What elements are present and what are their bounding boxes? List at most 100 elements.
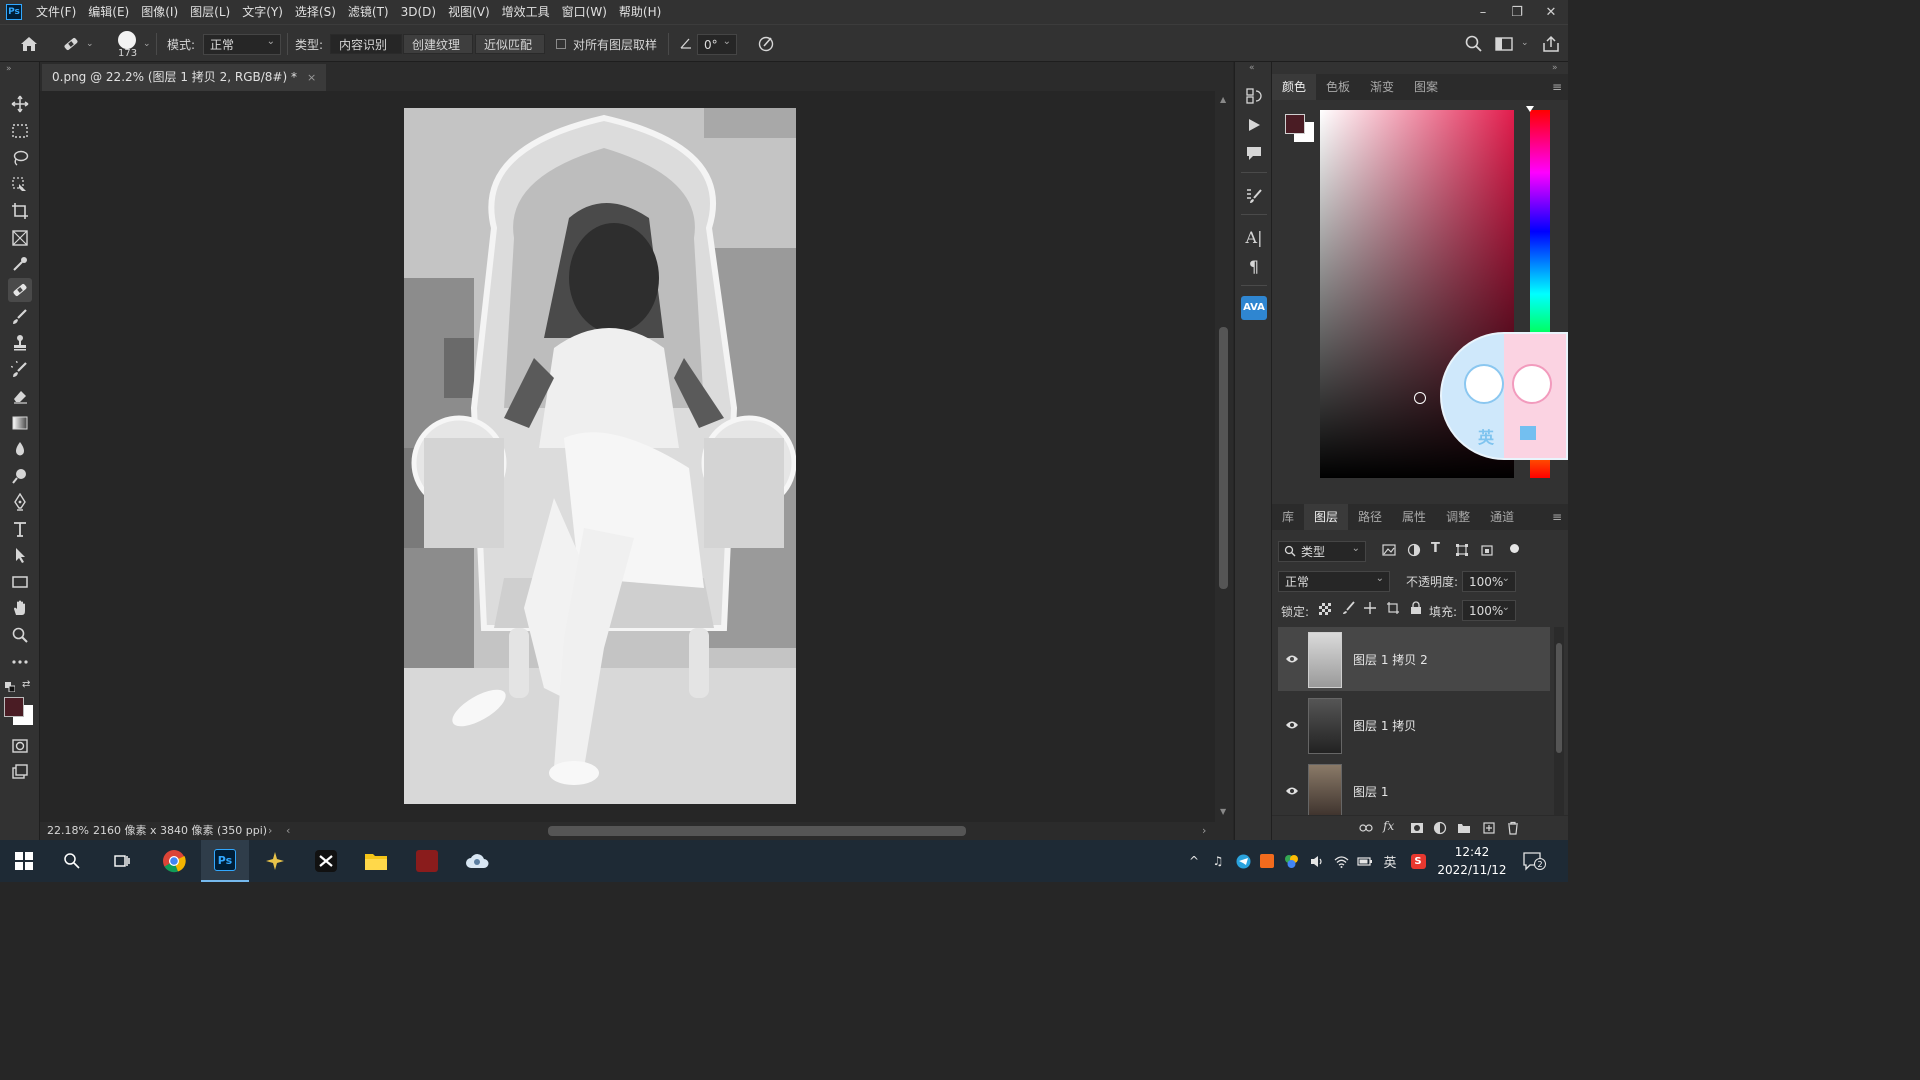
color-panel-menu-icon[interactable]: ≡ <box>1552 80 1562 94</box>
brush-tool-icon[interactable] <box>8 305 32 329</box>
expand-panels-icon[interactable]: « <box>1249 63 1255 73</box>
tab-swatches[interactable]: 色板 <box>1316 74 1360 100</box>
comments-icon[interactable] <box>1242 141 1266 165</box>
rectangle-tool-icon[interactable] <box>8 570 32 594</box>
menu-help[interactable]: 帮助(H) <box>613 0 667 24</box>
tab-paths[interactable]: 路径 <box>1348 504 1392 530</box>
foreground-color-swatch[interactable] <box>4 697 24 717</box>
fill-input[interactable]: 100% <box>1462 598 1516 621</box>
scroll-right-icon[interactable]: › <box>1202 822 1206 840</box>
pressure-size-icon[interactable] <box>756 33 776 53</box>
proximity-match-button[interactable]: 近似匹配 <box>475 34 545 54</box>
tray-volume-icon[interactable] <box>1308 853 1324 869</box>
layers-panel-menu-icon[interactable]: ≡ <box>1552 510 1562 524</box>
frame-tool-icon[interactable] <box>8 226 32 250</box>
brush-preview-icon[interactable] <box>118 31 136 49</box>
filter-pixel-icon[interactable] <box>1382 543 1396 557</box>
game-app-icon[interactable] <box>403 840 451 882</box>
menu-image[interactable]: 图像(I) <box>135 0 184 24</box>
workspace-chevron-icon[interactable]: ⌄ <box>1521 38 1529 48</box>
filter-toggle-icon[interactable] <box>1510 544 1519 553</box>
layer-row[interactable]: 图层 1 拷贝 <box>1278 693 1550 757</box>
eyedropper-tool-icon[interactable] <box>8 252 32 276</box>
minimize-button[interactable]: – <box>1466 0 1500 24</box>
actions-play-icon[interactable] <box>1242 113 1266 137</box>
hue-slider-marker[interactable] <box>1526 106 1534 112</box>
tab-adjustments[interactable]: 调整 <box>1436 504 1480 530</box>
menu-3d[interactable]: 3D(D) <box>395 0 442 24</box>
paragraph-panel-icon[interactable]: ¶ <box>1242 254 1266 278</box>
crop-tool-icon[interactable] <box>8 199 32 223</box>
collapse-toolbar-icon[interactable]: » <box>6 64 12 74</box>
character-panel-icon[interactable]: A| <box>1242 225 1266 249</box>
canvas-area[interactable] <box>40 91 1215 822</box>
object-selection-tool-icon[interactable] <box>8 173 32 197</box>
sample-all-layers-checkbox[interactable] <box>556 39 566 49</box>
filter-adjustment-icon[interactable] <box>1407 543 1421 557</box>
vertical-scrollbar[interactable]: ▲ ▼ <box>1215 91 1233 822</box>
document-image[interactable] <box>404 108 796 804</box>
more-tools-icon[interactable] <box>8 650 32 674</box>
scroll-down-icon[interactable]: ▼ <box>1220 807 1226 816</box>
tab-color[interactable]: 颜色 <box>1272 74 1317 100</box>
menu-plugins[interactable]: 增效工具 <box>496 0 556 24</box>
layer-row[interactable]: 图层 1 <box>1278 759 1550 823</box>
marquee-tool-icon[interactable] <box>8 119 32 143</box>
chrome-app-icon[interactable] <box>150 840 198 882</box>
horizontal-scroll-thumb[interactable] <box>548 826 966 836</box>
layer-row[interactable]: 图层 1 拷贝 2 <box>1278 627 1550 691</box>
tray-battery-icon[interactable] <box>1357 853 1373 869</box>
hand-tool-icon[interactable] <box>8 596 32 620</box>
color-picker-cursor[interactable] <box>1414 392 1426 404</box>
share-icon[interactable] <box>1541 34 1561 54</box>
tray-overflow-chevron-icon[interactable]: ^ <box>1186 853 1202 869</box>
chevron-down-icon[interactable]: ⌄ <box>86 39 94 49</box>
swap-colors-icon[interactable]: ⇄ <box>22 679 30 690</box>
tray-app-orange-icon[interactable] <box>1259 853 1275 869</box>
workspace-icon[interactable] <box>1494 34 1514 54</box>
photoshop-app-icon[interactable]: Ps <box>201 840 249 882</box>
delete-layer-trash-icon[interactable] <box>1506 821 1520 835</box>
file-explorer-icon[interactable] <box>352 840 400 882</box>
home-icon[interactable] <box>18 33 40 55</box>
path-selection-tool-icon[interactable] <box>8 543 32 567</box>
scroll-left-icon[interactable]: ‹ <box>286 822 290 840</box>
restore-button[interactable]: ❐ <box>1500 0 1534 24</box>
clone-stamp-tool-icon[interactable] <box>8 331 32 355</box>
visibility-eye-icon[interactable] <box>1284 651 1300 667</box>
lasso-tool-icon[interactable] <box>8 146 32 170</box>
search-icon[interactable] <box>1464 34 1484 54</box>
filter-shape-icon[interactable] <box>1455 543 1469 557</box>
ava-plugin-icon[interactable]: AVA <box>1241 296 1267 320</box>
layer-name[interactable]: 图层 1 拷贝 2 <box>1353 651 1428 668</box>
healing-brush-tool-preset-icon[interactable] <box>60 33 82 55</box>
layer-style-fx-icon[interactable]: fx <box>1383 819 1394 833</box>
start-button-windows-icon[interactable] <box>0 840 48 882</box>
status-arrow-icon[interactable]: › <box>268 822 272 840</box>
lock-transparency-icon[interactable] <box>1319 603 1331 615</box>
zoom-tool-icon[interactable] <box>8 623 32 647</box>
layers-scroll-thumb[interactable] <box>1556 643 1562 753</box>
tray-music-icon[interactable]: ♫ <box>1210 853 1226 869</box>
history-brush-tool-icon[interactable] <box>8 358 32 382</box>
blur-tool-icon[interactable] <box>8 437 32 461</box>
tray-ime-indicator[interactable]: 英 <box>1382 853 1398 871</box>
notification-center-icon[interactable]: 2 <box>1522 851 1546 871</box>
brush-settings-icon[interactable] <box>1242 184 1266 208</box>
new-group-folder-icon[interactable] <box>1457 821 1471 835</box>
scroll-up-icon[interactable]: ▲ <box>1220 95 1226 104</box>
capcut-app-icon[interactable] <box>302 840 350 882</box>
filter-type-icon[interactable]: T <box>1431 541 1440 556</box>
visibility-eye-icon[interactable] <box>1284 717 1300 733</box>
move-tool-icon[interactable] <box>8 92 32 116</box>
blend-mode-dropdown[interactable]: 正常 <box>1278 569 1390 592</box>
eraser-tool-icon[interactable] <box>8 384 32 408</box>
spot-healing-brush-tool-icon[interactable] <box>8 278 32 302</box>
close-document-icon[interactable]: × <box>307 64 316 91</box>
tab-libraries[interactable]: 库 <box>1272 504 1304 530</box>
new-layer-icon[interactable] <box>1482 821 1496 835</box>
tab-layers[interactable]: 图层 <box>1304 504 1349 530</box>
vertical-scroll-thumb[interactable] <box>1219 327 1228 589</box>
layers-scrollbar[interactable] <box>1554 627 1564 817</box>
quick-mask-icon[interactable] <box>8 734 32 758</box>
